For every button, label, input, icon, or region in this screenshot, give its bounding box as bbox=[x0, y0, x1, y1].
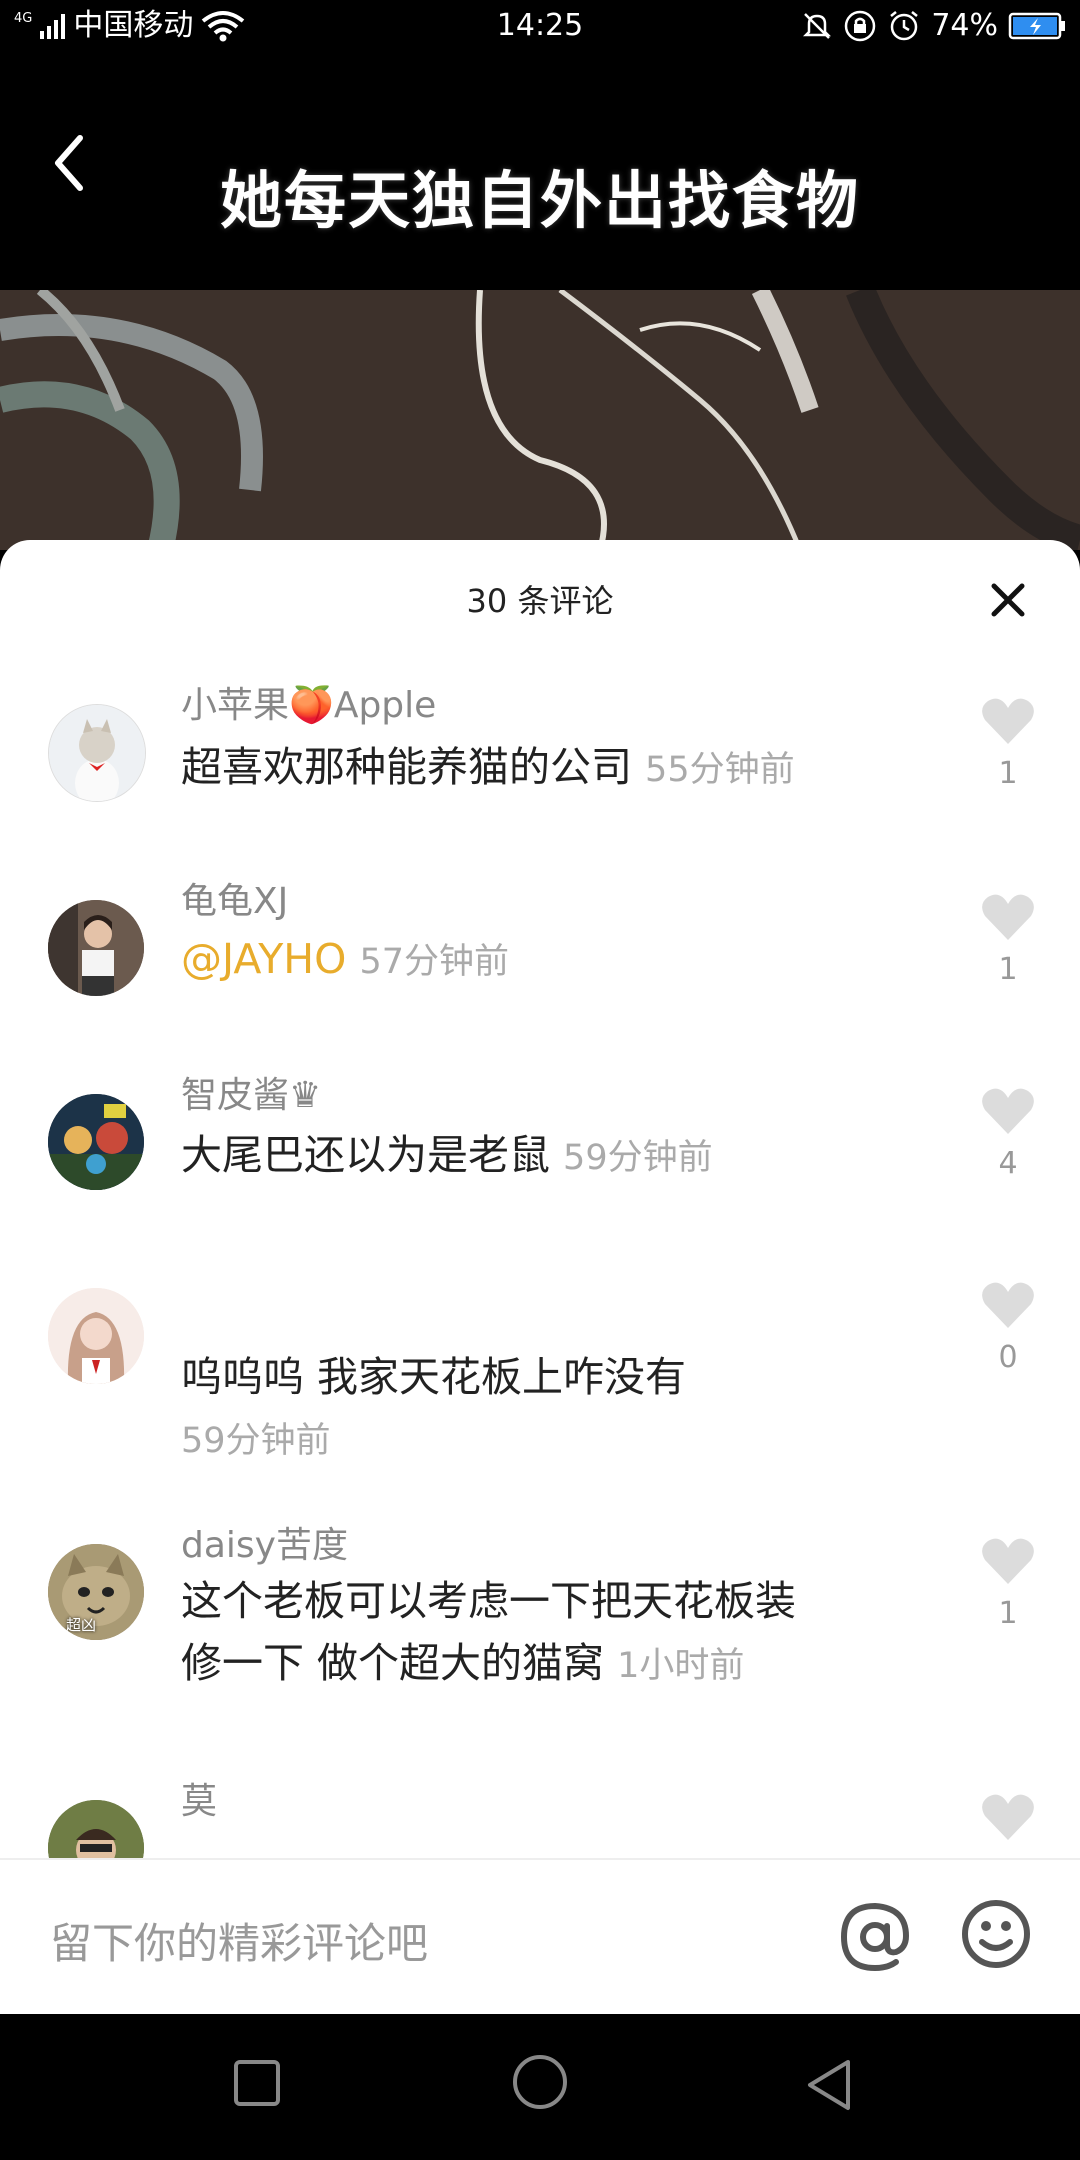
like-button[interactable]: 1 bbox=[980, 696, 1036, 791]
heart-icon[interactable] bbox=[980, 1280, 1036, 1330]
video-title: 她每天独自外出找食物 bbox=[219, 164, 860, 237]
comment-item[interactable]: 小苹果🍑Apple 超喜欢那种能养猫的公司 55分钟前 1 bbox=[0, 656, 1080, 846]
like-button[interactable]: 1 bbox=[980, 892, 1036, 987]
comment-username[interactable]: 智皮酱♛ bbox=[181, 1066, 321, 1118]
avatar[interactable] bbox=[48, 1094, 144, 1190]
comment-input[interactable]: 留下你的精彩评论吧 bbox=[50, 1910, 428, 1971]
status-right: 74% bbox=[801, 0, 1066, 52]
heart-icon[interactable] bbox=[980, 696, 1036, 746]
system-nav-bar bbox=[0, 2014, 1080, 2160]
comment-time: 57分钟前 bbox=[359, 942, 509, 982]
comment-text-row: 大尾巴还以为是老鼠 59分钟前 bbox=[181, 1124, 901, 1189]
comment-username[interactable]: daisy苦度 bbox=[181, 1516, 348, 1568]
avatar[interactable] bbox=[48, 900, 144, 996]
comments-list[interactable]: 小苹果🍑Apple 超喜欢那种能养猫的公司 55分钟前 1 龟龟XJ @JAYH… bbox=[0, 656, 1080, 1896]
comment-text: 修一下 做个超大的猫窝 bbox=[181, 1639, 605, 1687]
comment-text-row: @JAYHO 57分钟前 bbox=[181, 928, 901, 993]
video-still bbox=[0, 290, 1080, 550]
rotation-lock-icon bbox=[845, 10, 876, 42]
alarm-icon bbox=[890, 11, 919, 41]
at-mention-icon[interactable] bbox=[838, 1900, 912, 1974]
comment-text-row: 超喜欢那种能养猫的公司 55分钟前 bbox=[181, 736, 901, 801]
battery-percent: 74% bbox=[931, 8, 998, 43]
back-triangle-icon[interactable] bbox=[804, 2058, 854, 2112]
avatar[interactable] bbox=[48, 1288, 144, 1384]
like-button[interactable]: 1 bbox=[980, 1536, 1036, 1631]
recents-square-icon[interactable] bbox=[232, 2058, 282, 2108]
girl-avatar-image bbox=[48, 1288, 144, 1384]
like-button[interactable]: 0 bbox=[980, 1280, 1036, 1375]
video-header: 她每天独自外出找食物 bbox=[0, 52, 1080, 290]
status-bar: 4G 中国移动 14:25 74% bbox=[0, 0, 1080, 52]
comment-username[interactable]: 莫 bbox=[181, 1772, 217, 1824]
cat-avatar-image bbox=[49, 705, 145, 801]
comment-text: 大尾巴还以为是老鼠 bbox=[181, 1131, 550, 1179]
comment-text-line-2: 修一下 做个超大的猫窝 1小时前 bbox=[181, 1632, 901, 1697]
like-count: 1 bbox=[998, 952, 1018, 987]
comment-text: 呜呜呜 我家天花板上咋没有 bbox=[181, 1353, 687, 1401]
mute-bell-icon bbox=[803, 13, 832, 39]
comments-count-title: 30 条评论 bbox=[466, 582, 614, 620]
avatar[interactable]: 超凶 bbox=[48, 1544, 144, 1640]
comment-time: 55分钟前 bbox=[645, 750, 795, 790]
comments-sheet: 30 条评论 小苹果🍑Apple 超喜欢那种能养猫的公司 55分钟前 1 龟龟X… bbox=[0, 540, 1080, 2014]
comment-time: 59分钟前 bbox=[181, 1421, 331, 1461]
screen: 4G 中国移动 14:25 74% 她每天独自外出找食物 30 条评论 小苹果🍑… bbox=[0, 0, 1080, 2160]
comments-header: 30 条评论 bbox=[0, 540, 1080, 656]
comment-item[interactable]: 智皮酱♛ 大尾巴还以为是老鼠 59分钟前 4 bbox=[0, 1046, 1080, 1236]
emoji-icon[interactable] bbox=[960, 1898, 1032, 1970]
cartoon-avatar-image bbox=[48, 1094, 144, 1190]
comment-item[interactable]: 龟龟XJ @JAYHO 57分钟前 1 bbox=[0, 852, 1080, 1042]
like-count: 1 bbox=[998, 1596, 1018, 1631]
comment-input-bar: 留下你的精彩评论吧 bbox=[0, 1858, 1080, 2016]
like-count: 1 bbox=[998, 756, 1018, 791]
avatar[interactable] bbox=[48, 704, 146, 802]
comment-text: 超喜欢那种能养猫的公司 bbox=[181, 743, 632, 791]
comment-item[interactable]: 呜呜呜 我家天花板上咋没有 59分钟前 0 bbox=[0, 1240, 1080, 1490]
heart-icon[interactable] bbox=[980, 1792, 1036, 1842]
heart-icon[interactable] bbox=[980, 1086, 1036, 1136]
avatar-badge: 超凶 bbox=[66, 1616, 97, 1634]
comment-time: 59分钟前 bbox=[563, 1138, 713, 1178]
like-button[interactable]: 4 bbox=[980, 1086, 1036, 1181]
comment-text-line: 这个老板可以考虑一下把天花板装 bbox=[181, 1577, 796, 1625]
comment-username[interactable]: 小苹果🍑Apple bbox=[181, 676, 436, 728]
like-count: 4 bbox=[998, 1146, 1018, 1181]
person-avatar-image bbox=[48, 900, 144, 996]
home-circle-icon[interactable] bbox=[512, 2054, 568, 2110]
heart-icon[interactable] bbox=[980, 892, 1036, 942]
close-icon[interactable] bbox=[988, 580, 1028, 620]
comment-username[interactable]: 龟龟XJ bbox=[181, 872, 288, 924]
like-count: 0 bbox=[998, 1340, 1018, 1375]
video-frame[interactable] bbox=[0, 290, 1080, 550]
battery-icon bbox=[1008, 12, 1065, 40]
comment-mention-link[interactable]: @JAYHO bbox=[181, 935, 346, 983]
heart-icon[interactable] bbox=[980, 1536, 1036, 1586]
comment-text-block: 这个老板可以考虑一下把天花板装 修一下 做个超大的猫窝 1小时前 bbox=[181, 1570, 901, 1697]
like-button[interactable] bbox=[980, 1792, 1036, 1842]
comment-item[interactable]: 超凶 daisy苦度 这个老板可以考虑一下把天花板装 修一下 做个超大的猫窝 1… bbox=[0, 1496, 1080, 1746]
comment-time: 1小时前 bbox=[617, 1646, 745, 1686]
